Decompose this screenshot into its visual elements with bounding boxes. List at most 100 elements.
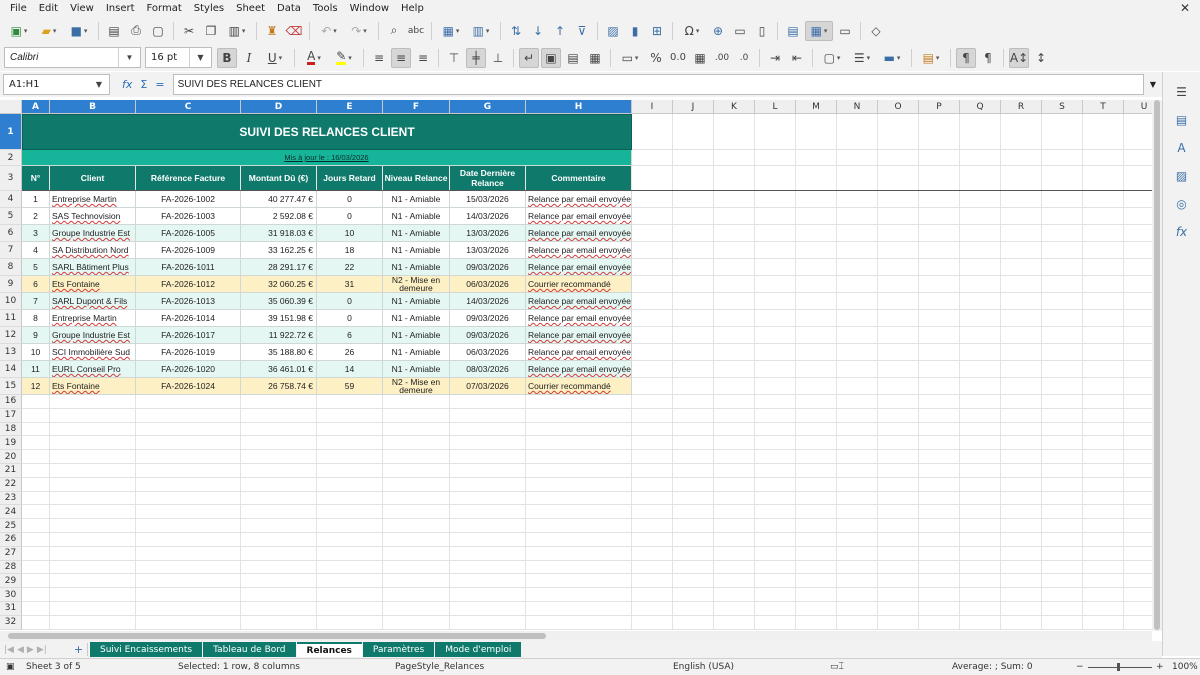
empty-cell[interactable] xyxy=(1042,505,1083,520)
empty-cell[interactable] xyxy=(960,344,1001,361)
empty-cell[interactable] xyxy=(1083,533,1124,547)
empty-cell[interactable] xyxy=(755,259,796,276)
empty-cell[interactable] xyxy=(714,378,755,395)
empty-cell[interactable] xyxy=(526,519,632,533)
empty-cell[interactable] xyxy=(919,519,960,533)
empty-cell[interactable] xyxy=(1042,166,1083,191)
menu-insert[interactable]: Insert xyxy=(100,3,141,14)
row-header-17[interactable]: 17 xyxy=(0,408,22,423)
row-header-18[interactable]: 18 xyxy=(0,422,22,437)
table-cell[interactable]: Relance par email envoyée xyxy=(526,225,632,242)
empty-cell[interactable] xyxy=(714,408,755,423)
empty-cell[interactable] xyxy=(50,395,136,409)
empty-cell[interactable] xyxy=(878,208,919,225)
row-header-10[interactable]: 10 xyxy=(0,293,22,310)
empty-cell[interactable] xyxy=(1042,242,1083,259)
table-header-cell[interactable]: Niveau Relance xyxy=(383,166,450,191)
empty-cell[interactable] xyxy=(919,422,960,437)
empty-cell[interactable] xyxy=(22,477,50,492)
table-cell[interactable]: 09/03/2026 xyxy=(450,310,526,327)
table-cell[interactable]: FA-2026-1002 xyxy=(136,191,241,208)
spreadsheet-grid[interactable]: A B C D E F G H I J K L M N O P Q R S T U 1 2 3 4 5 6 7 8 9 10 11 12 13 14… xyxy=(0,100,1152,631)
styles-icon[interactable]: A xyxy=(1172,138,1192,158)
functions-icon[interactable]: fx xyxy=(1172,222,1192,242)
table-cell[interactable]: 06/03/2026 xyxy=(450,344,526,361)
empty-cell[interactable] xyxy=(960,422,1001,437)
empty-cell[interactable] xyxy=(673,519,714,533)
table-cell[interactable]: 7 xyxy=(22,293,50,310)
empty-cell[interactable] xyxy=(450,395,526,409)
empty-cell[interactable] xyxy=(673,450,714,464)
empty-cell[interactable] xyxy=(450,546,526,561)
expand-formula-bar-icon[interactable]: ▼ xyxy=(1150,80,1156,89)
empty-cell[interactable] xyxy=(450,422,526,437)
empty-cell[interactable] xyxy=(1001,395,1042,409)
empty-cell[interactable] xyxy=(1083,395,1124,409)
empty-cell[interactable] xyxy=(1042,450,1083,464)
empty-cell[interactable] xyxy=(50,560,136,575)
table-cell[interactable]: 11 922.72 € xyxy=(241,327,317,344)
horizontal-scrollbar[interactable] xyxy=(0,631,1152,641)
empty-cell[interactable] xyxy=(755,378,796,395)
empty-cell[interactable] xyxy=(837,361,878,378)
empty-cell[interactable] xyxy=(1083,225,1124,242)
empty-cell[interactable] xyxy=(796,361,837,378)
empty-cell[interactable] xyxy=(526,615,632,630)
empty-cell[interactable] xyxy=(796,464,837,478)
empty-cell[interactable] xyxy=(878,191,919,208)
empty-cell[interactable] xyxy=(837,259,878,276)
empty-cell[interactable] xyxy=(317,464,383,478)
empty-cell[interactable] xyxy=(1083,560,1124,575)
empty-cell[interactable] xyxy=(1001,560,1042,575)
empty-cell[interactable] xyxy=(1042,574,1083,589)
empty-cell[interactable] xyxy=(796,505,837,520)
export-pdf-icon[interactable]: ▤ xyxy=(104,21,124,41)
column-header-p[interactable]: P xyxy=(919,100,960,114)
empty-cell[interactable] xyxy=(755,464,796,478)
menu-edit[interactable]: Edit xyxy=(33,3,64,14)
empty-cell[interactable] xyxy=(1124,519,1152,533)
empty-cell[interactable] xyxy=(878,574,919,589)
empty-cell[interactable] xyxy=(878,436,919,451)
empty-cell[interactable] xyxy=(755,588,796,602)
table-cell[interactable]: SARL Bâtiment Plus xyxy=(50,259,136,276)
empty-cell[interactable] xyxy=(796,395,837,409)
properties-icon[interactable]: ▤ xyxy=(1172,110,1192,130)
sheet-title[interactable]: SUIVI DES RELANCES CLIENT xyxy=(22,114,632,150)
empty-cell[interactable] xyxy=(837,615,878,630)
empty-cell[interactable] xyxy=(1001,408,1042,423)
empty-cell[interactable] xyxy=(755,422,796,437)
empty-cell[interactable] xyxy=(673,491,714,506)
empty-cell[interactable] xyxy=(526,450,632,464)
empty-cell[interactable] xyxy=(878,310,919,327)
empty-cell[interactable] xyxy=(919,464,960,478)
empty-cell[interactable] xyxy=(755,436,796,451)
empty-cell[interactable] xyxy=(1042,395,1083,409)
empty-cell[interactable] xyxy=(383,408,450,423)
empty-cell[interactable] xyxy=(632,533,673,547)
empty-cell[interactable] xyxy=(383,574,450,589)
empty-cell[interactable] xyxy=(796,408,837,423)
empty-cell[interactable] xyxy=(837,533,878,547)
align-left-icon[interactable]: ≡ xyxy=(369,48,389,68)
empty-cell[interactable] xyxy=(317,546,383,561)
center-vertically-icon[interactable]: ╪ xyxy=(466,47,486,68)
empty-cell[interactable] xyxy=(755,615,796,630)
menu-sheet[interactable]: Sheet xyxy=(230,3,271,14)
empty-cell[interactable] xyxy=(796,533,837,547)
empty-cell[interactable] xyxy=(755,395,796,409)
underline-button[interactable]: U ▾ xyxy=(261,48,289,68)
empty-cell[interactable] xyxy=(1042,588,1083,602)
empty-cell[interactable] xyxy=(1042,361,1083,378)
empty-cell[interactable] xyxy=(837,477,878,492)
empty-cell[interactable] xyxy=(632,225,673,242)
empty-cell[interactable] xyxy=(1083,327,1124,344)
row-header-5[interactable]: 5 xyxy=(0,208,22,225)
empty-cell[interactable] xyxy=(1124,574,1152,589)
number-format-icon[interactable]: 0.0 xyxy=(668,48,688,68)
table-cell[interactable]: 28 291.17 € xyxy=(241,259,317,276)
row-header-14[interactable]: 14 xyxy=(0,361,22,378)
empty-cell[interactable] xyxy=(837,310,878,327)
empty-cell[interactable] xyxy=(673,344,714,361)
empty-cell[interactable] xyxy=(1083,310,1124,327)
